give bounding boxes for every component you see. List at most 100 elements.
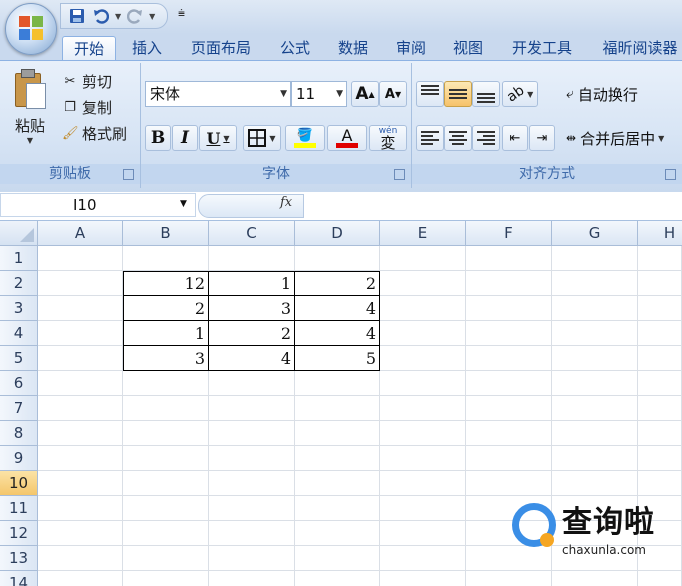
clipboard-group: 粘贴 ▼ ✂ 剪切 ❐ 复制 🖌 格式刷 剪贴板 [0,63,141,188]
cell-b4[interactable]: 1 [123,321,209,346]
orientation-button[interactable]: ab ▼ [502,81,538,107]
paste-button[interactable]: 粘贴 ▼ [8,69,52,155]
bold-button[interactable]: B [145,125,171,151]
cell-b3[interactable]: 2 [123,296,209,321]
tab-review[interactable]: 审阅 [388,36,434,60]
cell-c3[interactable]: 3 [209,296,295,321]
tab-view[interactable]: 视图 [445,36,491,60]
save-icon[interactable] [67,6,87,26]
cell-b2[interactable]: 12 [123,271,209,296]
row-header-1[interactable]: 1 [0,246,38,271]
cell-b5[interactable]: 3 [123,346,209,371]
align-middle-button[interactable] [444,81,472,107]
tab-developer[interactable]: 开发工具 [502,36,582,60]
shrink-font-button[interactable]: A ▼ [379,81,407,107]
row-header-6[interactable]: 6 [0,371,38,396]
column-header-a[interactable]: A [38,221,123,246]
merge-center-icon: ⇹ [566,131,577,145]
cell-c2[interactable]: 1 [209,271,295,296]
row-header-10[interactable]: 10 [0,471,38,496]
name-box[interactable]: I10 [0,193,196,217]
wrap-text-label: 自动换行 [577,85,638,104]
bold-icon: B [150,128,166,148]
row-header-5[interactable]: 5 [0,346,38,371]
row-header-11[interactable]: 11 [0,496,38,521]
format-painter-button[interactable]: 🖌 格式刷 [62,122,127,144]
tab-page-layout[interactable]: 页面布局 [182,36,260,60]
redo-dropdown-icon[interactable]: ▼ [149,12,155,21]
tab-data[interactable]: 数据 [330,36,376,60]
column-header-e[interactable]: E [380,221,466,246]
row-header-2[interactable]: 2 [0,271,38,296]
column-header-h[interactable]: H [638,221,682,246]
increase-indent-button[interactable]: ⇥ [529,125,555,151]
tab-insert[interactable]: 插入 [124,36,170,60]
tab-foxit-reader[interactable]: 福昕阅读器 [594,36,682,60]
row-header-4[interactable]: 4 [0,321,38,346]
column-header-b[interactable]: B [123,221,209,246]
align-middle-icon [449,89,467,99]
column-header-c[interactable]: C [209,221,295,246]
undo-icon[interactable] [91,6,111,26]
select-all-button[interactable] [0,221,38,246]
align-center-button[interactable] [444,125,472,151]
cell-d5[interactable]: 5 [295,346,380,371]
paintbrush-icon: 🖌 [62,125,79,141]
font-size-value: 11 [296,85,316,103]
column-header-f[interactable]: F [466,221,552,246]
name-box-dropdown-icon[interactable]: ▼ [180,199,187,209]
cell-c5[interactable]: 4 [209,346,295,371]
cell-d3[interactable]: 4 [295,296,380,321]
formula-input[interactable] [303,194,682,216]
row-header-3[interactable]: 3 [0,296,38,321]
copy-button[interactable]: ❐ 复制 [62,96,112,118]
row-header-13[interactable]: 13 [0,546,38,571]
align-top-button[interactable] [416,81,444,107]
scissors-icon: ✂ [64,73,76,89]
align-bottom-button[interactable] [472,81,500,107]
row-header-7[interactable]: 7 [0,396,38,421]
borders-icon [248,129,267,147]
fill-color-button[interactable]: 🪣 [285,125,325,151]
borders-button[interactable]: ▼ [243,125,281,151]
office-button[interactable] [5,3,57,55]
italic-button[interactable]: I [172,125,198,151]
alignment-dialog-launcher-icon[interactable] [665,169,676,180]
font-group-label: 字体 [141,164,411,184]
row-header-9[interactable]: 9 [0,446,38,471]
shrink-font-icon: A [384,86,395,102]
font-size-combo[interactable]: 11 ▼ [291,81,347,107]
alignment-group-label: 对齐方式 [412,164,682,184]
align-right-button[interactable] [472,125,500,151]
tab-formulas[interactable]: 公式 [272,36,318,60]
font-dialog-launcher-icon[interactable] [394,169,405,180]
underline-button[interactable]: U ▼ [199,125,237,151]
customize-toolbar-icon[interactable]: ⩧ [178,6,185,21]
clipboard-dialog-launcher-icon[interactable] [123,169,134,180]
italic-icon: I [181,128,189,148]
tab-home[interactable]: 开始 [62,36,116,61]
column-header-g[interactable]: G [552,221,638,246]
cell-d2[interactable]: 2 [295,271,380,296]
grow-font-button[interactable]: A ▲ [351,81,379,107]
align-left-button[interactable] [416,125,444,151]
redo-icon[interactable] [125,6,145,26]
paste-dropdown-icon[interactable]: ▼ [8,136,52,145]
alignment-group: ab ▼ ⤶ 自动换行 ⇤ ⇥ ⇹ 合并后居中 ▼ 对齐方式 [412,63,682,188]
font-name-combo[interactable]: 宋体 ▼ [145,81,291,107]
font-name-value: 宋体 [150,85,181,103]
insert-function-icon[interactable]: fx [280,195,292,210]
row-header-12[interactable]: 12 [0,521,38,546]
column-header-d[interactable]: D [295,221,380,246]
cell-d4[interactable]: 4 [295,321,380,346]
undo-dropdown-icon[interactable]: ▼ [115,12,121,21]
decrease-indent-button[interactable]: ⇤ [502,125,528,151]
cut-button[interactable]: ✂ 剪切 [62,70,112,92]
row-header-14[interactable]: 14 [0,571,38,586]
wrap-text-button[interactable]: ⤶ 自动换行 [562,81,678,107]
row-header-8[interactable]: 8 [0,421,38,446]
phonetic-guide-button[interactable]: wén 変 [369,125,407,151]
merge-center-button[interactable]: ⇹ 合并后居中 ▼ [562,125,682,151]
font-color-button[interactable]: A [327,125,367,151]
cell-c4[interactable]: 2 [209,321,295,346]
